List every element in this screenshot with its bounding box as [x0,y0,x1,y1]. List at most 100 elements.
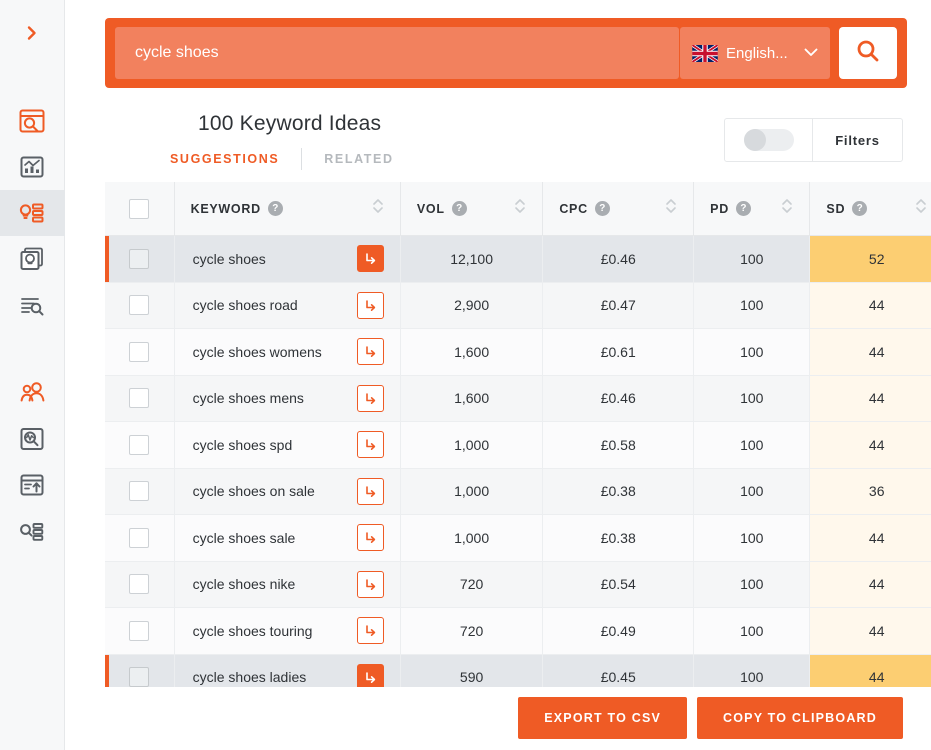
arrow-into-icon[interactable] [356,245,384,273]
cpc-help-icon[interactable]: ? [594,201,610,216]
keyword-cell[interactable]: cycle shoes on sale [173,468,401,515]
keyword-cell[interactable]: cycle shoes womens [173,328,401,376]
cpc-cell: £0.38 [542,514,694,562]
sidebar-item-reports[interactable] [0,462,65,508]
tab-related[interactable]: RELATED [302,150,415,168]
row-checkbox[interactable] [129,667,150,687]
arrow-into-icon[interactable] [356,617,384,645]
keyword-help-icon[interactable]: ? [267,201,283,216]
search-icon [855,38,881,69]
keyword-cell[interactable]: cycle shoes [173,235,401,283]
sidebar-item-rank-tracker[interactable] [0,144,65,190]
arrow-into-icon[interactable] [356,431,384,459]
arrow-into-icon[interactable] [356,384,384,412]
competitors-icon [18,379,46,407]
arrow-into-icon[interactable] [356,477,384,505]
table-row[interactable]: cycle shoes sale 1,000 £0.38 100 44 [105,514,931,562]
table-row[interactable]: cycle shoes touring 720 £0.49 100 44 [105,607,931,655]
table-row[interactable]: cycle shoes nike 720 £0.54 100 44 [105,561,931,608]
sidebar-expand-toggle[interactable] [0,10,65,56]
language-selector[interactable]: English... [680,27,830,79]
table-row[interactable]: cycle shoes womens 1,600 £0.61 100 44 [105,328,931,376]
table-row[interactable]: cycle shoes on sale 1,000 £0.38 100 36 [105,468,931,515]
keyword-text: cycle shoes touring [192,622,313,639]
sd-cell: 44 [809,375,931,422]
pd-help-icon[interactable]: ? [735,201,751,216]
row-select-cell[interactable] [105,328,175,376]
keyword-cell[interactable]: cycle shoes road [173,282,401,329]
sd-cell: 44 [809,282,931,329]
keyword-cell[interactable]: cycle shoes sale [173,514,401,562]
table-row[interactable]: cycle shoes ladies 590 £0.45 100 44 [105,654,931,687]
row-select-cell[interactable] [105,375,175,422]
header-cpc[interactable]: CPC ? [542,182,694,236]
keyword-text: cycle shoes [192,250,266,267]
sidebar-item-content-search[interactable] [0,282,65,328]
arrow-into-icon[interactable] [356,570,384,598]
arrow-into-icon[interactable] [356,338,384,366]
keyword-cell[interactable]: cycle shoes nike [173,561,401,608]
header-keyword[interactable]: KEYWORD ? [173,182,401,236]
table-row[interactable]: cycle shoes mens 1,600 £0.46 100 44 [105,375,931,422]
header-sd[interactable]: SD ? [809,182,931,236]
keyword-cell[interactable]: cycle shoes ladies [173,654,401,687]
sidebar-item-keyword-lists[interactable] [0,508,65,554]
sidebar-item-content-ideas[interactable] [0,236,65,282]
row-select-cell[interactable] [105,514,175,562]
keyword-text: cycle shoes mens [192,390,304,407]
export-csv-button[interactable]: EXPORT TO CSV [518,697,688,739]
sidebar-item-site-explorer[interactable] [0,98,65,144]
arrow-into-icon[interactable] [356,524,384,552]
sort-pd-icon[interactable] [781,197,793,220]
header-pd[interactable]: PD ? [693,182,810,236]
arrow-into-icon[interactable] [356,291,384,319]
row-select-cell[interactable] [105,421,175,469]
sort-sd-icon[interactable] [915,197,927,220]
header-vol[interactable]: VOL ? [399,182,543,236]
row-select-cell[interactable] [105,607,175,655]
keyword-table-container[interactable]: KEYWORD ? VOL ? CPC ? PD ? SD ? cycle sh… [105,182,931,687]
row-checkbox[interactable] [129,388,150,409]
row-checkbox[interactable] [129,574,150,595]
table-row[interactable]: cycle shoes road 2,900 £0.47 100 44 [105,282,931,329]
filters-button[interactable]: Filters [813,133,902,148]
row-checkbox[interactable] [129,527,150,548]
table-row[interactable]: cycle shoes spd 1,000 £0.58 100 44 [105,421,931,469]
row-checkbox[interactable] [129,434,150,455]
vol-cell: 1,000 [399,514,543,562]
keyword-cell[interactable]: cycle shoes mens [173,375,401,422]
search-submit-button[interactable] [839,27,897,79]
header-pd-label: PD [710,201,729,216]
sidebar-item-domain-analysis[interactable] [0,416,65,462]
vol-help-icon[interactable]: ? [451,201,467,216]
filters-toggle[interactable] [725,119,813,161]
sidebar-item-keywords-explorer[interactable] [0,190,65,236]
row-select-cell[interactable] [105,561,175,608]
arrow-into-icon[interactable] [356,663,384,687]
row-select-cell[interactable] [105,235,175,283]
tab-suggestions[interactable]: SUGGESTIONS [170,150,301,168]
table-actions: EXPORT TO CSV COPY TO CLIPBOARD [105,697,903,739]
copy-clipboard-button[interactable]: COPY TO CLIPBOARD [697,697,903,739]
row-checkbox[interactable] [129,481,150,502]
sidebar [0,0,65,750]
row-checkbox[interactable] [129,248,150,269]
sidebar-item-competitors[interactable] [0,370,65,416]
row-select-cell[interactable] [105,282,175,329]
select-all-checkbox[interactable] [129,198,150,219]
sort-keyword-icon[interactable] [372,197,384,220]
table-row[interactable]: cycle shoes 12,100 £0.46 100 52 [105,235,931,283]
row-checkbox[interactable] [129,620,150,641]
search-input[interactable] [115,27,679,79]
sort-cpc-icon[interactable] [665,197,677,220]
keyword-table: KEYWORD ? VOL ? CPC ? PD ? SD ? cycle sh… [105,182,931,687]
keyword-cell[interactable]: cycle shoes touring [173,607,401,655]
sd-help-icon[interactable]: ? [852,201,868,216]
row-checkbox[interactable] [129,341,150,362]
row-select-cell[interactable] [105,654,175,687]
domain-analysis-icon [18,425,46,453]
row-checkbox[interactable] [129,295,150,316]
sort-vol-icon[interactable] [514,197,526,220]
keyword-cell[interactable]: cycle shoes spd [173,421,401,469]
row-select-cell[interactable] [105,468,175,515]
